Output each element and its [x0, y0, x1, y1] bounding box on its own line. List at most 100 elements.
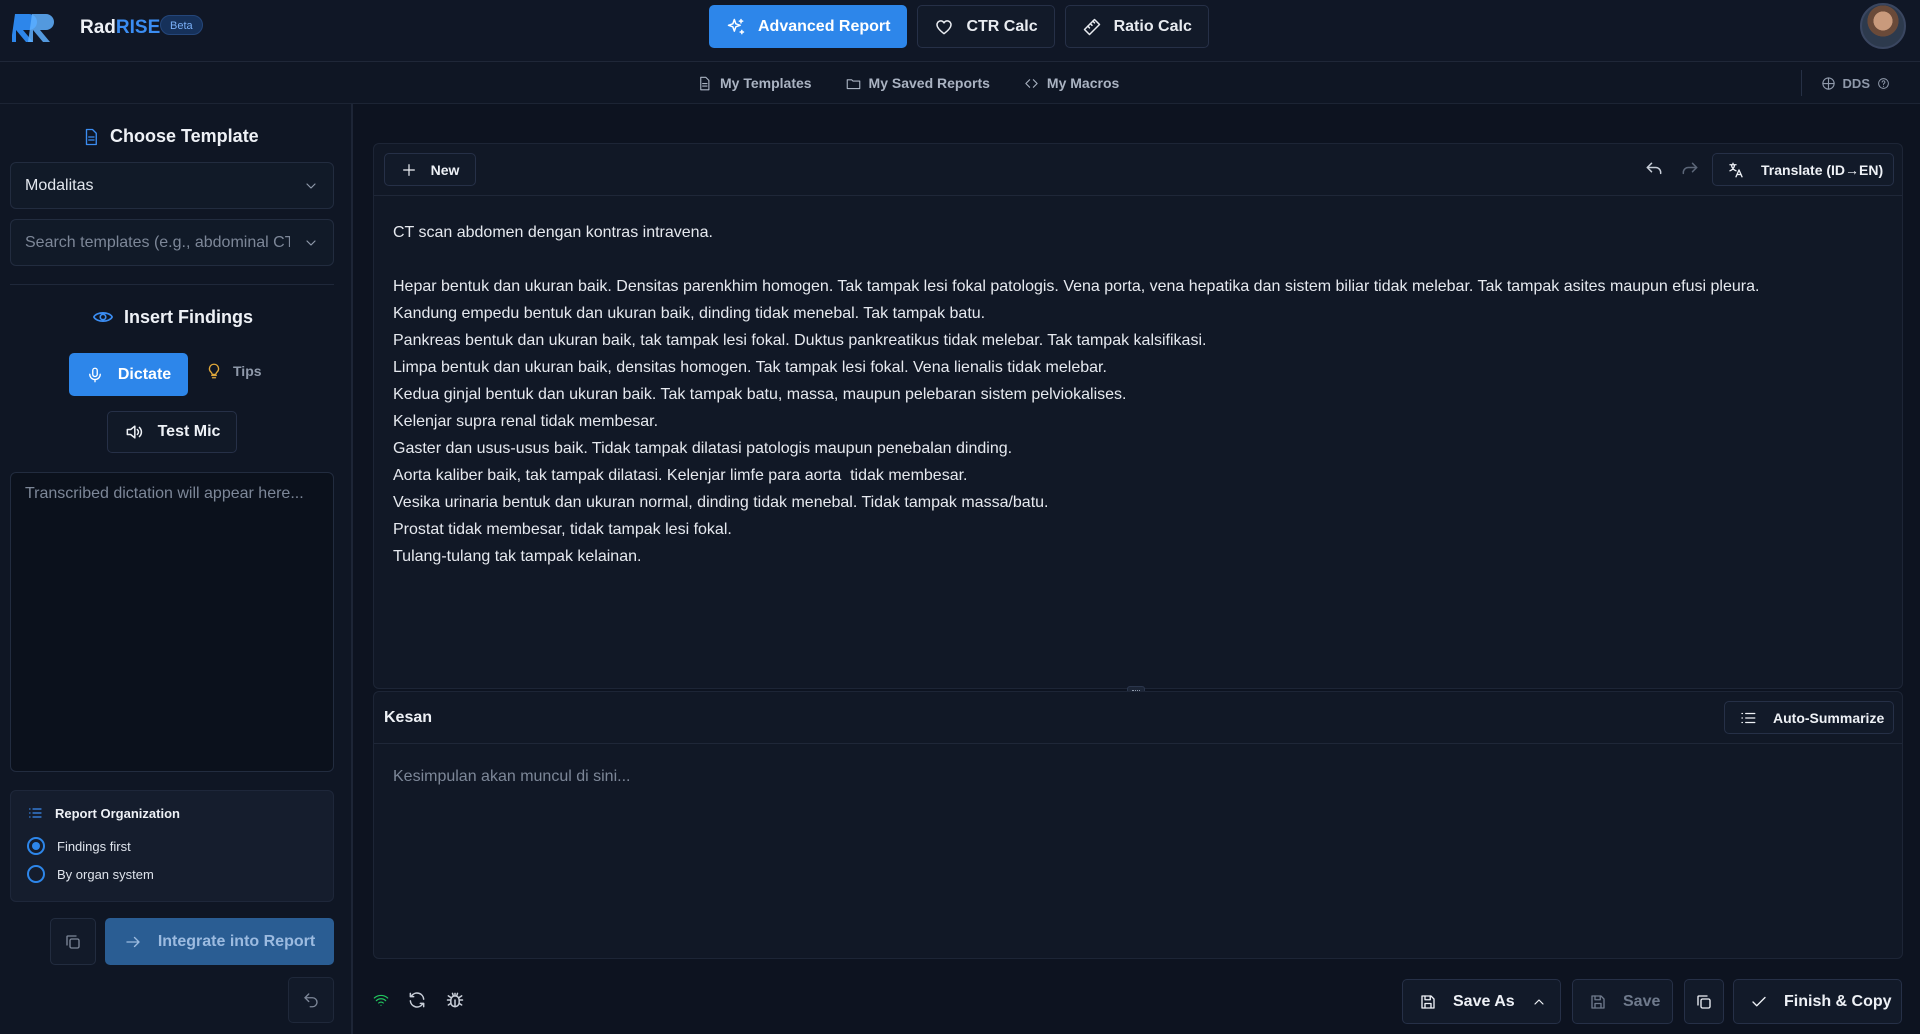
my-templates-label: My Templates — [720, 75, 812, 91]
my-macros-link[interactable]: My Macros — [1024, 75, 1119, 91]
left-sidebar: Choose Template Modalitas Search templat… — [0, 104, 353, 1034]
report-line: Limpa bentuk dan ukuran baik, densitas h… — [393, 359, 1107, 376]
my-macros-label: My Macros — [1046, 75, 1120, 91]
microphone-icon — [86, 366, 104, 384]
document-icon — [82, 128, 100, 146]
redo-icon[interactable] — [1680, 160, 1700, 180]
findings-editor: New Translate (ID→EN) CT scan abdomen de… — [373, 143, 1903, 689]
impression-header: Kesan Auto-Summarize — [374, 692, 1902, 744]
report-line: Kedua ginjal bentuk dan ukuran baik. Tak… — [393, 386, 1127, 403]
report-line: Vesika urinaria bentuk dan ukuran normal… — [393, 494, 1049, 511]
impression-panel: Kesan Auto-Summarize Kesimpulan akan mun… — [373, 691, 1903, 959]
my-templates-link[interactable]: My Templates — [697, 75, 812, 91]
radio-by-organ-system[interactable]: By organ system — [27, 865, 154, 883]
test-mic-button[interactable]: Test Mic — [107, 411, 237, 453]
auto-summarize-button[interactable]: Auto-Summarize — [1724, 701, 1894, 734]
save-button[interactable]: Save — [1572, 979, 1673, 1024]
lightbulb-icon — [205, 362, 223, 380]
report-text-area[interactable]: CT scan abdomen dengan kontras intravena… — [393, 219, 1882, 570]
status-bar — [373, 990, 465, 1010]
finish-and-copy-button[interactable]: Finish & Copy — [1733, 979, 1902, 1024]
ctr-calc-button[interactable]: CTR Calc — [917, 5, 1055, 48]
undo-icon — [302, 991, 320, 1009]
chevron-up-icon[interactable] — [1531, 994, 1547, 1010]
modality-value: Modalitas — [25, 176, 94, 194]
template-search-placeholder: Search templates (e.g., abdominal CT) — [25, 233, 290, 251]
copy-icon — [64, 933, 82, 951]
eye-icon — [92, 306, 114, 328]
insert-findings-heading: Insert Findings — [92, 306, 253, 328]
integrate-label: Integrate into Report — [157, 932, 316, 950]
dictate-button[interactable]: Dictate — [69, 353, 188, 396]
ctr-calc-label: CTR Calc — [966, 17, 1038, 35]
report-line: Hepar bentuk dan ukuran baik. Densitas p… — [393, 278, 1760, 295]
copy-report-button[interactable] — [1684, 979, 1724, 1024]
save-as-button[interactable]: Save As — [1402, 979, 1561, 1024]
section-divider — [10, 284, 334, 285]
help-icon[interactable] — [1877, 77, 1890, 90]
dictation-textarea[interactable]: Transcribed dictation will appear here..… — [10, 472, 334, 772]
plus-icon — [401, 162, 417, 178]
radrise-logo[interactable] — [12, 10, 60, 46]
advanced-report-label: Advanced Report — [758, 17, 891, 35]
auto-summarize-label: Auto-Summarize — [1773, 709, 1885, 726]
radio-findings-first[interactable]: Findings first — [27, 837, 131, 855]
template-search-input[interactable]: Search templates (e.g., abdominal CT) — [10, 219, 334, 266]
list-icon — [27, 805, 43, 821]
report-line: Prostat tidak membesar, tidak tampak les… — [393, 521, 732, 538]
brand-name-part1: Rad — [80, 17, 116, 38]
finish-copy-label: Finish & Copy — [1784, 992, 1892, 1010]
test-mic-label: Test Mic — [157, 423, 221, 440]
impression-title: Kesan — [384, 709, 433, 726]
brand-name: RadRISE — [80, 17, 160, 39]
modality-select[interactable]: Modalitas — [10, 162, 334, 209]
speaker-icon — [124, 422, 144, 442]
sparkles-icon — [726, 17, 746, 37]
choose-template-heading: Choose Template — [82, 126, 259, 147]
main-nav: Advanced Report CTR Calc Ratio Calc — [709, 5, 1209, 48]
my-saved-reports-link[interactable]: My Saved Reports — [846, 75, 990, 91]
ratio-calc-button[interactable]: Ratio Calc — [1064, 5, 1209, 48]
new-label: New — [430, 161, 460, 178]
beta-badge: Beta — [160, 15, 203, 35]
new-report-button[interactable]: New — [384, 153, 476, 186]
translate-button[interactable]: Translate (ID→EN) — [1712, 153, 1894, 186]
report-organization-heading: Report Organization — [27, 805, 180, 821]
my-saved-reports-label: My Saved Reports — [868, 75, 990, 91]
sub-nav: My Templates My Saved Reports My Macros … — [0, 62, 1920, 104]
bug-icon[interactable] — [445, 990, 465, 1010]
report-line: Gaster dan usus-usus baik. Tidak tampak … — [393, 440, 1013, 457]
by-organ-system-label: By organ system — [57, 866, 154, 882]
tips-button[interactable]: Tips — [205, 362, 262, 380]
report-line: Kandung empedu bentuk dan ukuran baik, d… — [393, 305, 986, 322]
impression-placeholder[interactable]: Kesimpulan akan muncul di sini... — [393, 768, 630, 786]
integrate-into-report-button[interactable]: Integrate into Report — [105, 918, 334, 965]
dictation-placeholder: Transcribed dictation will appear here..… — [25, 485, 304, 502]
copy-dictation-button[interactable] — [50, 918, 96, 965]
report-line: CT scan abdomen dengan kontras intravena… — [393, 224, 713, 241]
advanced-report-button[interactable]: Advanced Report — [709, 5, 908, 48]
dds-divider — [1801, 70, 1802, 96]
refresh-icon[interactable] — [407, 990, 427, 1010]
user-avatar[interactable] — [1860, 3, 1906, 49]
wifi-icon — [373, 992, 389, 1008]
ratio-calc-label: Ratio Calc — [1113, 17, 1192, 35]
report-line: Tulang-tulang tak tampak kelainan. — [393, 548, 642, 565]
dds-label: DDS — [1842, 75, 1870, 91]
translate-icon — [1727, 161, 1745, 179]
top-bar: RadRISE Beta Advanced Report CTR Calc Ra… — [0, 0, 1920, 62]
radio-selected[interactable] — [27, 837, 45, 855]
document-icon — [697, 76, 712, 91]
findings-first-label: Findings first — [57, 838, 131, 854]
report-organization-panel: Report Organization Findings first By or… — [10, 790, 334, 902]
report-organization-label: Report Organization — [55, 805, 180, 821]
save-icon — [1589, 993, 1607, 1011]
choose-template-label: Choose Template — [110, 126, 259, 146]
undo-integrate-button[interactable] — [288, 977, 334, 1023]
check-icon — [1750, 993, 1768, 1011]
undo-icon[interactable] — [1644, 160, 1664, 180]
list-icon — [1739, 709, 1757, 727]
folder-icon — [846, 76, 861, 91]
dds-indicator[interactable]: DDS — [1821, 62, 1890, 104]
radio-unselected[interactable] — [27, 865, 45, 883]
